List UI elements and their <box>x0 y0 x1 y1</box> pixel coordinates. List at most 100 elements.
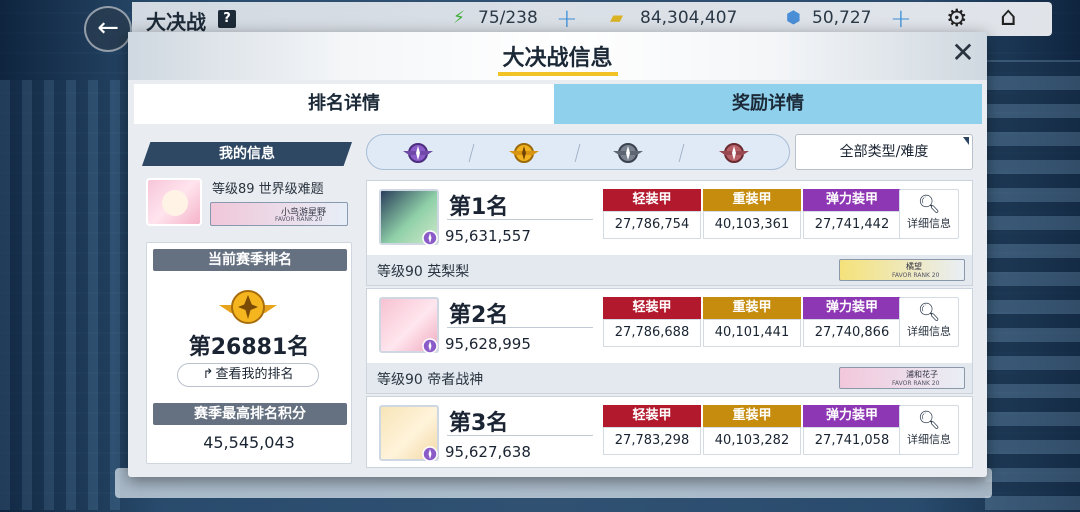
detail-button[interactable]: 🔍︎ 详细信息 <box>899 405 959 455</box>
page-title: 大决战 <box>146 10 206 34</box>
player-level-name: 等级90 英梨梨 <box>377 264 470 280</box>
light-armor-score: 27,786,754 <box>603 211 701 239</box>
difficulty-purple-icon[interactable] <box>403 139 433 167</box>
player-info-bar: 等级90 英梨梨 橘望 FAVOR RANK 20 <box>367 255 972 285</box>
modal-title-underline <box>498 72 618 76</box>
rank-position: 第3名 <box>449 411 509 436</box>
difficulty-red-icon[interactable] <box>719 139 749 167</box>
my-level: 等级89 世界级难题 <box>212 182 324 197</box>
favor-badge: 浦和花子 FAVOR RANK 20 <box>839 367 965 389</box>
tab-ranking[interactable]: 排名详情 <box>134 84 554 124</box>
elastic-armor-tag: 弹力装甲 <box>803 405 901 427</box>
detail-button[interactable]: 🔍︎ 详细信息 <box>899 297 959 347</box>
gem-icon: ⬢ <box>786 8 801 28</box>
home-icon[interactable]: ⌂ <box>1000 2 1017 32</box>
raid-info-modal: 大决战信息 ✕ 排名详情 奖励详情 我的信息 等级89 世界级难题 小鸟游星野 … <box>128 32 987 477</box>
type-difficulty-select[interactable]: 全部类型/难度 <box>795 134 973 170</box>
add-energy-icon[interactable]: + <box>556 4 578 34</box>
light-armor-tag: 轻装甲 <box>603 405 701 427</box>
my-avatar[interactable] <box>146 178 202 226</box>
heavy-armor-tag: 重装甲 <box>703 189 801 211</box>
my-favor-rank: FAVOR RANK 20 <box>275 216 323 223</box>
ranking-row: 第3名 95,627,638 轻装甲 重装甲 弹力装甲 27,783,298 4… <box>366 396 973 468</box>
type-select-label: 全部类型/难度 <box>839 144 929 160</box>
energy-count: 75/238 <box>478 8 538 28</box>
best-score: 45,545,043 <box>203 433 295 452</box>
my-favor-badge: 小鸟游星野 FAVOR RANK 20 <box>210 202 348 226</box>
gear-icon[interactable]: ⚙ <box>946 4 968 32</box>
filter-separator <box>468 144 475 162</box>
help-icon[interactable]: ? <box>218 10 236 28</box>
season-rank-box: 当前赛季排名 第26881名 ↱ 查看我的排名 赛季最高排名积分 45,545,0… <box>146 242 352 464</box>
detail-label: 详细信息 <box>907 433 951 446</box>
favor-rank: FAVOR RANK 20 <box>892 272 940 279</box>
elastic-armor-tag: 弹力装甲 <box>803 189 901 211</box>
filter-separator <box>678 144 685 162</box>
magnifier-icon: 🔍︎ <box>917 302 941 323</box>
view-my-rank-button[interactable]: ↱ 查看我的排名 <box>177 363 319 387</box>
heavy-armor-score: 40,103,361 <box>703 211 801 239</box>
tab-rewards[interactable]: 奖励详情 <box>554 84 982 124</box>
favor-name: 橘望 <box>906 262 922 271</box>
heavy-armor-tag: 重装甲 <box>703 297 801 319</box>
detail-label: 详细信息 <box>907 217 951 230</box>
elastic-armor-score: 27,741,058 <box>803 427 901 455</box>
top-title-bar <box>132 2 1052 36</box>
my-info-header: 我的信息 <box>142 142 352 166</box>
view-my-rank-label: 查看我的排名 <box>215 367 294 382</box>
elastic-armor-score: 27,740,866 <box>803 319 901 347</box>
ranking-row: 第2名 95,628,995 轻装甲 重装甲 弹力装甲 27,786,688 4… <box>366 288 973 394</box>
heavy-armor-score: 40,103,282 <box>703 427 801 455</box>
background-left-panel <box>0 80 120 510</box>
favor-rank: FAVOR RANK 20 <box>892 380 940 387</box>
player-level-name: 等级90 帝者战神 <box>377 372 484 388</box>
difficulty-badge-icon <box>422 338 438 354</box>
modal-title: 大决战信息 <box>502 46 613 71</box>
magnifier-icon: 🔍︎ <box>917 194 941 215</box>
credit-count: 84,304,407 <box>640 8 738 28</box>
current-rank-label: 当前赛季排名 <box>153 249 347 271</box>
total-score: 95,627,638 <box>445 443 531 461</box>
difficulty-badge-icon <box>422 230 438 246</box>
elastic-armor-score: 27,741,442 <box>803 211 901 239</box>
share-arrow-icon: ↱ <box>202 367 214 382</box>
difficulty-gold-icon[interactable] <box>509 139 539 167</box>
light-armor-score: 27,783,298 <box>603 427 701 455</box>
rank-divider <box>447 219 593 220</box>
elastic-armor-tag: 弹力装甲 <box>803 297 901 319</box>
magnifier-icon: 🔍︎ <box>917 410 941 431</box>
light-armor-score: 27,786,688 <box>603 319 701 347</box>
current-rank: 第26881名 <box>188 335 310 360</box>
light-armor-tag: 轻装甲 <box>603 189 701 211</box>
player-info-bar: 等级90 帝者战神 浦和花子 FAVOR RANK 20 <box>367 363 972 393</box>
add-gem-icon[interactable]: + <box>890 4 912 34</box>
difficulty-badge-icon <box>422 446 438 462</box>
light-armor-tag: 轻装甲 <box>603 297 701 319</box>
total-score: 95,631,557 <box>445 227 531 245</box>
filter-separator <box>574 144 581 162</box>
back-arrow-icon: ← <box>97 13 119 43</box>
detail-button[interactable]: 🔍︎ 详细信息 <box>899 189 959 239</box>
favor-badge: 橘望 FAVOR RANK 20 <box>839 259 965 281</box>
heavy-armor-tag: 重装甲 <box>703 405 801 427</box>
my-avatar-face <box>162 190 188 216</box>
credit-icon: ▰ <box>610 8 624 28</box>
energy-icon: ⚡ <box>453 8 465 28</box>
rank-divider <box>447 435 593 436</box>
rank-emblem-icon <box>219 290 277 324</box>
total-score: 95,628,995 <box>445 335 531 353</box>
ranking-list: 第1名 95,631,557 轻装甲 重装甲 弹力装甲 27,786,754 4… <box>366 180 973 470</box>
back-button[interactable]: ← <box>84 6 132 52</box>
rank-divider <box>447 327 593 328</box>
close-icon[interactable]: ✕ <box>948 38 978 68</box>
difficulty-gray-icon[interactable] <box>613 139 643 167</box>
best-score-label: 赛季最高排名积分 <box>153 403 347 425</box>
difficulty-filter <box>366 134 790 170</box>
background-right-panel <box>985 60 1080 510</box>
favor-name: 浦和花子 <box>906 370 938 379</box>
gem-count: 50,727 <box>812 8 872 28</box>
dropdown-caret-icon <box>963 137 969 145</box>
rank-position: 第2名 <box>449 303 509 328</box>
ranking-row: 第1名 95,631,557 轻装甲 重装甲 弹力装甲 27,786,754 4… <box>366 180 973 286</box>
heavy-armor-score: 40,101,441 <box>703 319 801 347</box>
